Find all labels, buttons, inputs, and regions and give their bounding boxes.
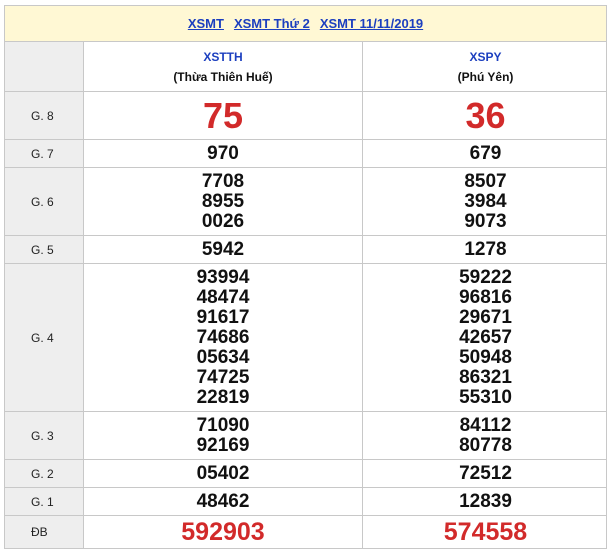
prize-label: ĐB bbox=[31, 525, 48, 539]
prize-number: 1278 bbox=[464, 238, 507, 260]
province-header-right: XSPY (Phú Yên) bbox=[363, 42, 608, 91]
prize-number: 55310 bbox=[459, 386, 512, 408]
prize-number: 75 bbox=[202, 94, 244, 136]
prize-number: 29671 bbox=[459, 306, 512, 328]
prize-number: 8955 bbox=[201, 190, 245, 212]
prize-number: 0026 bbox=[201, 210, 245, 232]
prize-label-cell: G. 7 bbox=[5, 140, 84, 167]
province-header-row: XSTTH (Thừa Thiên Huế) XSPY (Phú Yên) bbox=[4, 41, 607, 91]
province-code: XSPY bbox=[469, 49, 502, 64]
province-name: (Phú Yên) bbox=[457, 69, 514, 84]
prize-number: 84112 bbox=[459, 414, 512, 436]
prize-row: G. 5 5942 1278 bbox=[4, 235, 607, 263]
prize-number: 80778 bbox=[459, 434, 512, 456]
prize-number: 8507 bbox=[464, 170, 507, 192]
prize-label-cell: ĐB bbox=[5, 516, 84, 548]
header-corner-cell bbox=[5, 42, 84, 91]
prize-numbers-right: 1278 bbox=[363, 236, 608, 263]
prize-number: 59222 bbox=[459, 266, 512, 288]
prize-number: 42657 bbox=[459, 326, 512, 348]
prize-number: 96816 bbox=[459, 286, 512, 308]
prize-numbers-left: 970 bbox=[84, 140, 363, 167]
prize-label: G. 6 bbox=[31, 194, 54, 209]
prize-label-cell: G. 4 bbox=[5, 264, 84, 411]
prize-row: ĐB 592903 574558 bbox=[4, 515, 607, 549]
prize-label: G. 1 bbox=[31, 494, 54, 509]
province-name: (Thừa Thiên Huế) bbox=[173, 69, 273, 84]
prize-number: 86321 bbox=[459, 366, 512, 388]
link-xsmt[interactable]: XSMT bbox=[188, 16, 224, 31]
prize-number: 5942 bbox=[201, 238, 245, 260]
prize-numbers-left: 75 bbox=[84, 92, 363, 139]
prize-number: 970 bbox=[207, 142, 239, 164]
prize-numbers-left: 71090 92169 bbox=[84, 412, 363, 459]
prize-number: 92169 bbox=[196, 434, 250, 456]
prize-numbers-left: 48462 bbox=[84, 488, 363, 515]
prize-label: G. 5 bbox=[31, 242, 54, 257]
prize-number: 91617 bbox=[196, 306, 250, 328]
prize-number: 679 bbox=[469, 142, 502, 164]
prize-numbers-right: 574558 bbox=[363, 516, 608, 548]
results-table: XSMT XSMT Thứ 2 XSMT 11/11/2019 XSTTH (T… bbox=[4, 5, 607, 549]
prize-number: 9073 bbox=[464, 210, 507, 232]
prize-number: 7708 bbox=[201, 170, 245, 192]
link-xsmt-date[interactable]: XSMT 11/11/2019 bbox=[320, 16, 423, 31]
prize-label: G. 8 bbox=[31, 108, 54, 123]
prize-label-cell: G. 1 bbox=[5, 488, 84, 515]
prize-numbers-right: 84112 80778 bbox=[363, 412, 608, 459]
prize-number: 574558 bbox=[443, 518, 528, 546]
province-header-left: XSTTH (Thừa Thiên Huế) bbox=[84, 42, 363, 91]
prize-row: G. 8 75 36 bbox=[4, 91, 607, 139]
prize-label-cell: G. 3 bbox=[5, 412, 84, 459]
prize-number: 3984 bbox=[464, 190, 507, 212]
prize-row: G. 1 48462 12839 bbox=[4, 487, 607, 515]
table-title-row: XSMT XSMT Thứ 2 XSMT 11/11/2019 bbox=[4, 5, 607, 41]
prize-numbers-left: 7708 8955 0026 bbox=[84, 168, 363, 235]
prize-label: G. 4 bbox=[31, 330, 54, 345]
prize-numbers-right: 679 bbox=[363, 140, 608, 167]
prize-numbers-right: 36 bbox=[363, 92, 608, 139]
prize-number: 22819 bbox=[196, 386, 250, 408]
prize-number: 71090 bbox=[196, 414, 250, 436]
prize-row: G. 2 05402 72512 bbox=[4, 459, 607, 487]
prize-number: 50948 bbox=[459, 346, 512, 368]
prize-label: G. 2 bbox=[31, 466, 54, 481]
prize-number: 48462 bbox=[196, 490, 250, 512]
prize-number: 05634 bbox=[196, 346, 250, 368]
prize-label-cell: G. 5 bbox=[5, 236, 84, 263]
prize-number: 48474 bbox=[196, 286, 250, 308]
prize-row: G. 7 970 679 bbox=[4, 139, 607, 167]
prize-row: G. 4 93994 48474 91617 74686 05634 74725 22819 5… bbox=[4, 263, 607, 411]
prize-label-cell: G. 6 bbox=[5, 168, 84, 235]
prize-numbers-right: 8507 3984 9073 bbox=[363, 168, 608, 235]
link-xsmt-thu-2[interactable]: XSMT Thứ 2 bbox=[234, 16, 310, 31]
prize-numbers-left: 592903 bbox=[84, 516, 363, 548]
prize-number: 12839 bbox=[459, 490, 512, 512]
prize-label-cell: G. 2 bbox=[5, 460, 84, 487]
prize-number: 72512 bbox=[459, 462, 512, 484]
prize-numbers-right: 59222 96816 29671 42657 50948 86321 55310 bbox=[363, 264, 608, 411]
prize-numbers-right: 12839 bbox=[363, 488, 608, 515]
prize-number: 93994 bbox=[196, 266, 250, 288]
prize-numbers-right: 72512 bbox=[363, 460, 608, 487]
prize-numbers-left: 05402 bbox=[84, 460, 363, 487]
prize-row: G. 3 71090 92169 84112 80778 bbox=[4, 411, 607, 459]
prize-number: 05402 bbox=[196, 462, 250, 484]
prize-number: 74686 bbox=[196, 326, 250, 348]
prize-number: 592903 bbox=[181, 518, 265, 546]
prize-label: G. 7 bbox=[31, 146, 54, 161]
prize-number: 36 bbox=[465, 94, 506, 136]
prize-numbers-left: 5942 bbox=[84, 236, 363, 263]
prize-label-cell: G. 8 bbox=[5, 92, 84, 139]
prize-numbers-left: 93994 48474 91617 74686 05634 74725 22819 bbox=[84, 264, 363, 411]
prize-number: 74725 bbox=[196, 366, 250, 388]
province-code: XSTTH bbox=[203, 49, 243, 64]
prize-row: G. 6 7708 8955 0026 8507 3984 9073 bbox=[4, 167, 607, 235]
prize-label: G. 3 bbox=[31, 428, 54, 443]
